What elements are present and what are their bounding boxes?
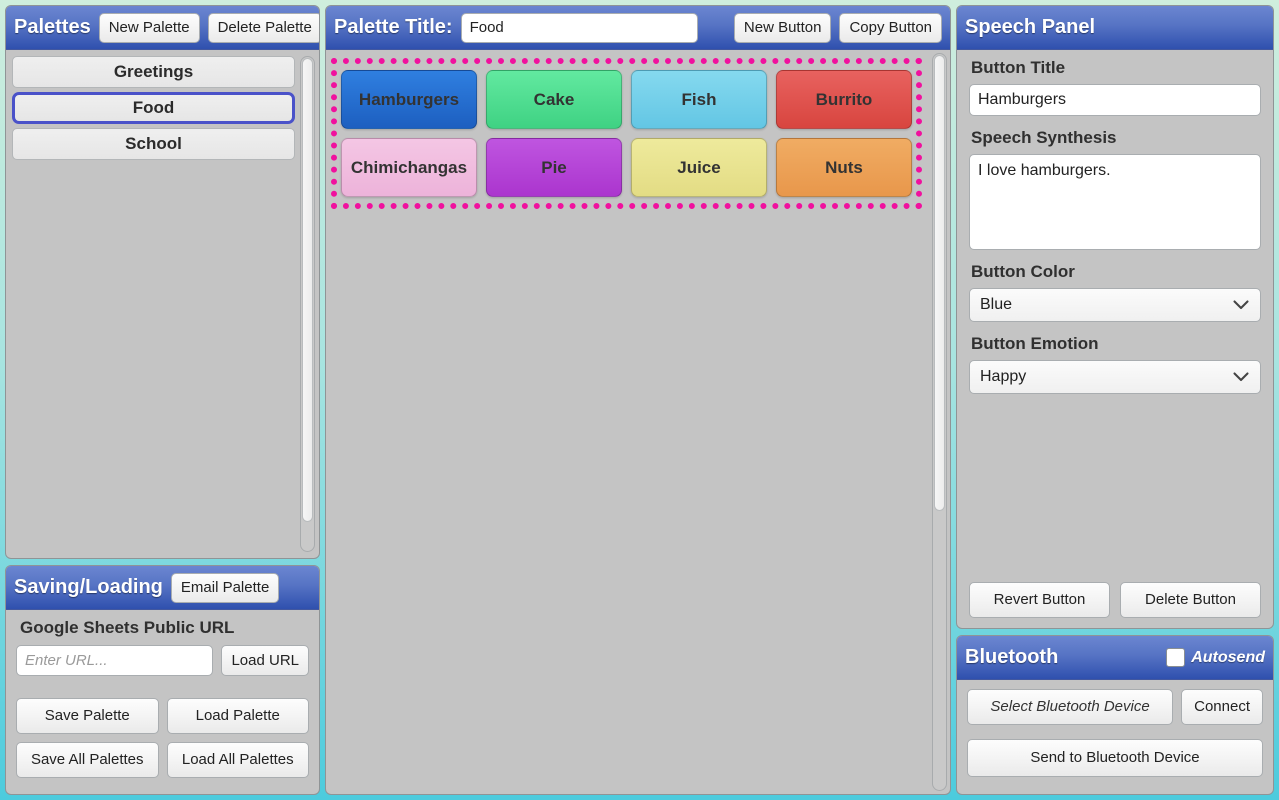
speech-synthesis-label: Speech Synthesis: [971, 128, 1117, 147]
button-color-select[interactable]: Blue: [969, 288, 1261, 322]
button-color-select-wrap: Blue: [969, 288, 1261, 322]
palette-editor-header: Palette Title: New Button Copy Button: [326, 6, 950, 50]
delete-palette-button[interactable]: Delete Palette: [207, 12, 319, 43]
palette-tile[interactable]: Chimichangas: [341, 138, 477, 197]
saving-loading-title: Saving/Loading: [14, 576, 163, 598]
bluetooth-panel-title: Bluetooth: [965, 646, 1059, 668]
send-to-bluetooth-device-button[interactable]: Send to Bluetooth Device: [967, 739, 1263, 777]
email-palette-button[interactable]: Email Palette: [170, 572, 280, 603]
palette-tile-label: Pie: [541, 157, 567, 177]
speech-panel-actions: Revert Button Delete Button: [969, 582, 1261, 618]
speech-panel: Speech Panel Button Title Speech Synthes…: [956, 5, 1274, 629]
right-column: Speech Panel Button Title Speech Synthes…: [956, 5, 1274, 795]
palette-tile-label: Juice: [677, 157, 721, 177]
palette-list-item[interactable]: School: [12, 128, 295, 160]
autosend-label: Autosend: [1191, 648, 1265, 666]
palette-grid-scrollbar[interactable]: [932, 53, 947, 791]
palette-list-item-selected[interactable]: Food: [12, 92, 295, 124]
saving-loading-body: Google Sheets Public URL Load URL Save P…: [6, 610, 319, 788]
load-all-palettes-button[interactable]: Load All Palettes: [166, 742, 309, 778]
button-emotion-value: Happy: [980, 368, 1027, 385]
save-all-palettes-button[interactable]: Save All Palettes: [16, 742, 159, 778]
palette-editor-body: Hamburgers Cake Fish Burrito Chimichanga…: [326, 50, 950, 794]
bluetooth-panel: Bluetooth Autosend Select Bluetooth Devi…: [956, 635, 1274, 795]
palette-title-input[interactable]: [460, 12, 698, 43]
new-button-button[interactable]: New Button: [733, 12, 832, 43]
palette-grid-wrap: Hamburgers Cake Fish Burrito Chimichanga…: [326, 53, 927, 791]
delete-button-button[interactable]: Delete Button: [1120, 582, 1261, 618]
palette-tile[interactable]: Cake: [486, 70, 622, 129]
button-emotion-select[interactable]: Happy: [969, 360, 1261, 394]
load-url-button[interactable]: Load URL: [221, 645, 309, 676]
connect-button[interactable]: Connect: [1181, 689, 1263, 725]
select-bluetooth-device-button[interactable]: Select Bluetooth Device: [967, 689, 1174, 725]
palette-button-grid: Hamburgers Cake Fish Burrito Chimichanga…: [341, 70, 912, 197]
palette-tile[interactable]: Nuts: [776, 138, 912, 197]
speech-panel-body: Button Title Speech Synthesis Button Col…: [957, 50, 1273, 628]
palette-list-scrollbar-thumb[interactable]: [302, 58, 313, 523]
palette-list-item[interactable]: Greetings: [12, 56, 295, 88]
saving-loading-header: Saving/Loading Email Palette: [6, 566, 319, 610]
palette-tile[interactable]: Juice: [631, 138, 767, 197]
bluetooth-panel-header: Bluetooth Autosend: [957, 636, 1273, 680]
button-title-input[interactable]: [969, 84, 1261, 116]
button-color-label: Button Color: [971, 262, 1075, 281]
speech-synthesis-textarea[interactable]: [969, 154, 1261, 250]
palettes-panel-title: Palettes: [14, 16, 91, 38]
copy-button-button[interactable]: Copy Button: [839, 12, 943, 43]
palette-editor-panel: Palette Title: New Button Copy Button Ha…: [325, 5, 951, 795]
new-palette-button[interactable]: New Palette: [98, 12, 200, 43]
center-column: Palette Title: New Button Copy Button Ha…: [325, 5, 951, 795]
app-root: Palettes New Palette Delete Palette Gree…: [0, 0, 1279, 800]
autosend-checkbox[interactable]: [1166, 648, 1186, 667]
palette-tile-label: Fish: [681, 89, 717, 109]
palette-tile[interactable]: Pie: [486, 138, 622, 197]
button-color-value: Blue: [980, 296, 1013, 313]
button-title-label: Button Title: [971, 58, 1066, 77]
palette-tile-label: Chimichangas: [350, 157, 468, 177]
bluetooth-device-row: Select Bluetooth Device Connect: [967, 689, 1263, 725]
button-emotion-label: Button Emotion: [971, 334, 1099, 353]
button-emotion-select-wrap: Happy: [969, 360, 1261, 394]
palettes-panel-body: Greetings Food School: [6, 50, 319, 558]
palette-tile[interactable]: Hamburgers: [341, 70, 477, 129]
load-palette-button[interactable]: Load Palette: [166, 698, 309, 734]
palette-list: Greetings Food School: [12, 56, 295, 552]
palette-tile[interactable]: Fish: [631, 70, 767, 129]
palette-selection-outline: Hamburgers Cake Fish Burrito Chimichanga…: [331, 58, 922, 209]
palette-list-scrollbar[interactable]: [300, 56, 315, 552]
save-load-button-grid: Save Palette Load Palette Save All Palet…: [16, 698, 309, 778]
palette-tile[interactable]: Burrito: [776, 70, 912, 129]
palettes-panel-header: Palettes New Palette Delete Palette: [6, 6, 319, 50]
google-sheets-url-label: Google Sheets Public URL: [20, 618, 235, 637]
speech-panel-spacer: [969, 406, 1261, 582]
autosend-group: Autosend: [1166, 648, 1265, 667]
palette-tile-label: Hamburgers: [358, 89, 460, 109]
palette-list-item-label: Greetings: [113, 62, 194, 81]
save-palette-button[interactable]: Save Palette: [16, 698, 159, 734]
google-sheets-url-input[interactable]: [16, 645, 214, 676]
palette-tile-label: Cake: [533, 89, 575, 109]
url-row: Load URL: [16, 645, 309, 676]
palettes-panel: Palettes New Palette Delete Palette Gree…: [5, 5, 320, 559]
bluetooth-panel-body: Select Bluetooth Device Connect Send to …: [957, 680, 1273, 787]
palette-tile-label: Nuts: [825, 157, 863, 177]
left-column: Palettes New Palette Delete Palette Gree…: [5, 5, 320, 795]
palette-tile-label: Burrito: [815, 89, 873, 109]
speech-panel-header: Speech Panel: [957, 6, 1273, 50]
palette-list-item-label: Food: [132, 98, 175, 117]
palette-list-item-label: School: [125, 134, 182, 153]
palette-grid-scrollbar-thumb[interactable]: [934, 55, 945, 512]
saving-loading-panel: Saving/Loading Email Palette Google Shee…: [5, 565, 320, 795]
speech-panel-title: Speech Panel: [965, 16, 1096, 38]
palette-title-label: Palette Title:: [334, 16, 453, 38]
revert-button-button[interactable]: Revert Button: [969, 582, 1110, 618]
